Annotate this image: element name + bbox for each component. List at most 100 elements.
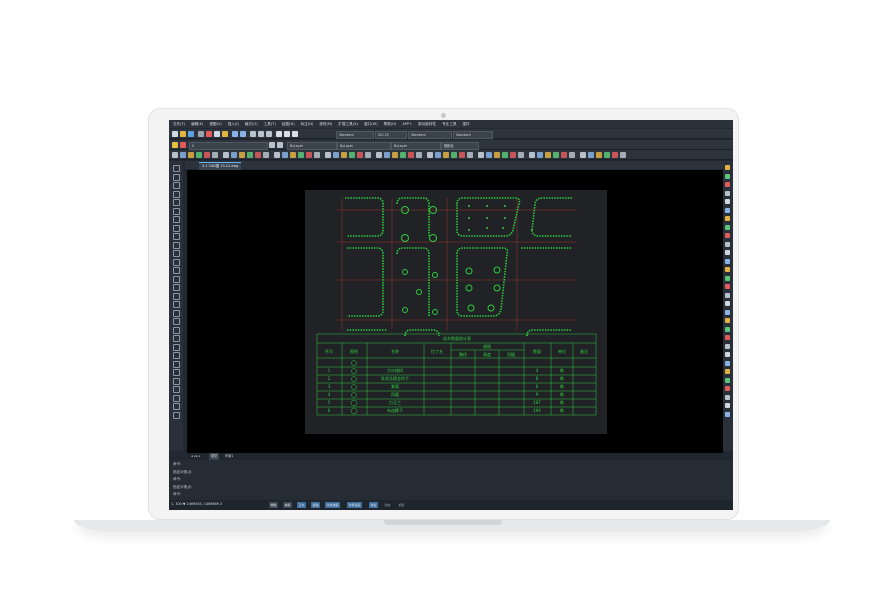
draw-tool-icon[interactable]	[173, 207, 180, 215]
draw-tool-icon[interactable]	[173, 377, 180, 385]
modify-tool-icon[interactable]	[725, 369, 730, 374]
toolbar-tool-icon[interactable]	[212, 151, 218, 158]
toolbar-tool-icon[interactable]	[518, 151, 524, 158]
toolbar-tool-icon[interactable]	[223, 151, 229, 158]
toolbar-tool-icon[interactable]	[612, 151, 618, 158]
status-toggle-1[interactable]: 捕捉	[283, 502, 293, 508]
toolbar-tool-icon[interactable]	[416, 151, 422, 158]
toolbar-tool-icon[interactable]	[255, 151, 261, 158]
modify-tool-icon[interactable]	[725, 241, 730, 247]
toolbar-tool-icon[interactable]	[325, 151, 331, 158]
save-icon[interactable]	[188, 130, 194, 137]
status-toggle-2[interactable]: 正交	[297, 502, 307, 508]
modify-tool-icon[interactable]	[725, 411, 730, 417]
modify-tool-icon[interactable]	[725, 335, 730, 340]
draw-tool-icon[interactable]	[173, 309, 180, 317]
toolbar-tool-icon[interactable]	[494, 151, 500, 158]
modify-tool-icon[interactable]	[725, 301, 730, 306]
modify-tool-icon[interactable]	[725, 326, 730, 332]
modify-tool-icon[interactable]	[725, 386, 730, 391]
toolbar-tool-icon[interactable]	[298, 151, 304, 158]
menu-item-7[interactable]: 标注(N)	[301, 122, 314, 127]
toolbar-tool-icon[interactable]	[408, 151, 414, 158]
layer-previous-icon[interactable]	[277, 141, 283, 148]
menu-item-6[interactable]: 绘图(D)	[282, 122, 295, 127]
toolbar-tool-icon[interactable]	[274, 151, 280, 158]
toolbar-tool-icon[interactable]	[459, 151, 465, 158]
draw-tool-icon[interactable]	[173, 403, 180, 410]
modify-tool-icon[interactable]	[725, 182, 730, 187]
toolbar-tool-icon[interactable]	[467, 151, 473, 158]
draw-tool-icon[interactable]	[173, 318, 180, 325]
modify-tool-icon[interactable]	[725, 309, 730, 315]
zoom-window-icon[interactable]	[266, 130, 272, 137]
draw-tool-icon[interactable]	[173, 386, 180, 393]
toolbar-tool-icon[interactable]	[384, 151, 390, 158]
tab-layout1[interactable]: 布局1	[223, 453, 235, 460]
menu-item-5[interactable]: 工具(T)	[264, 122, 276, 127]
open-file-icon[interactable]	[180, 130, 186, 137]
toolbar-tool-icon[interactable]	[545, 151, 551, 158]
print-icon[interactable]	[198, 130, 204, 137]
command-window[interactable]: 命令: 指定对角点: 命令: 指定对角点: 命令:	[169, 460, 733, 500]
toolbar-tool-icon[interactable]	[400, 151, 406, 158]
multileader-style-select[interactable]: Standard	[453, 130, 493, 139]
toolbar-tool-icon[interactable]	[502, 151, 508, 158]
design-center-icon[interactable]	[284, 130, 290, 137]
draw-tool-icon[interactable]	[173, 275, 180, 283]
toolbar-tool-icon[interactable]	[435, 151, 441, 158]
toolbar-tool-icon[interactable]	[451, 151, 457, 158]
status-toggle-4[interactable]: 对象捕捉	[325, 502, 341, 508]
redo-icon[interactable]	[240, 130, 246, 137]
layer-select[interactable]: 0	[189, 141, 268, 150]
menu-item-12[interactable]: APP+	[402, 122, 412, 126]
document-tab[interactable]: 3-1 CAD图 13-12.dwg	[199, 162, 242, 170]
status-toggle-6[interactable]: 线宽	[369, 502, 379, 508]
menu-item-1[interactable]: 编辑(E)	[191, 122, 203, 127]
modify-tool-icon[interactable]	[725, 318, 730, 323]
toolbar-tool-icon[interactable]	[537, 151, 543, 158]
status-toggle-7[interactable]: 动态	[383, 502, 392, 508]
modify-tool-icon[interactable]	[725, 224, 730, 230]
make-current-icon[interactable]	[269, 141, 275, 148]
modify-tool-icon[interactable]	[725, 267, 730, 272]
copy-icon[interactable]	[214, 130, 220, 137]
toolbar-tool-icon[interactable]	[443, 151, 449, 158]
draw-tool-icon[interactable]	[173, 233, 180, 240]
draw-tool-icon[interactable]	[173, 360, 180, 368]
toolbar-tool-icon[interactable]	[510, 151, 516, 158]
draw-tool-icon[interactable]	[173, 165, 180, 172]
draw-tool-icon[interactable]	[173, 199, 180, 206]
toolbar-tool-icon[interactable]	[247, 151, 253, 158]
toolbar-tool-icon[interactable]	[376, 151, 382, 158]
modify-tool-icon[interactable]	[725, 360, 730, 366]
tab-model[interactable]: 模型	[209, 453, 220, 460]
modify-tool-icon[interactable]	[725, 284, 730, 289]
toolbar-tool-icon[interactable]	[588, 151, 594, 158]
modify-tool-icon[interactable]	[725, 343, 730, 349]
toolbar-tool-icon[interactable]	[553, 151, 559, 158]
draw-tool-icon[interactable]	[173, 301, 180, 308]
draw-tool-icon[interactable]	[173, 182, 180, 189]
modify-tool-icon[interactable]	[725, 165, 730, 170]
draw-tool-icon[interactable]	[173, 258, 180, 266]
undo-icon[interactable]	[232, 130, 238, 137]
draw-tool-icon[interactable]	[173, 241, 180, 249]
lineweight-select[interactable]: ByLayer	[391, 141, 441, 150]
modify-tool-icon[interactable]	[725, 233, 730, 238]
toolbar-tool-icon[interactable]	[561, 151, 567, 158]
toolbar-tool-icon[interactable]	[239, 151, 245, 158]
draw-tool-icon[interactable]	[173, 173, 180, 181]
draw-tool-icon[interactable]	[173, 343, 180, 351]
menu-item-14[interactable]: 专业工具	[442, 122, 456, 127]
toolbar-tool-icon[interactable]	[620, 151, 626, 158]
layer-off-icon[interactable]	[180, 141, 186, 148]
plot-style-select[interactable]: 随颜色	[441, 141, 479, 150]
draw-tool-icon[interactable]	[173, 250, 180, 257]
draw-tool-icon[interactable]	[173, 326, 180, 334]
modify-tool-icon[interactable]	[725, 394, 730, 400]
status-toggle-8[interactable]: 模型	[397, 502, 406, 508]
toolbar-tool-icon[interactable]	[204, 151, 210, 158]
toolbar-tool-icon[interactable]	[263, 151, 269, 158]
modify-tool-icon[interactable]	[725, 199, 730, 204]
